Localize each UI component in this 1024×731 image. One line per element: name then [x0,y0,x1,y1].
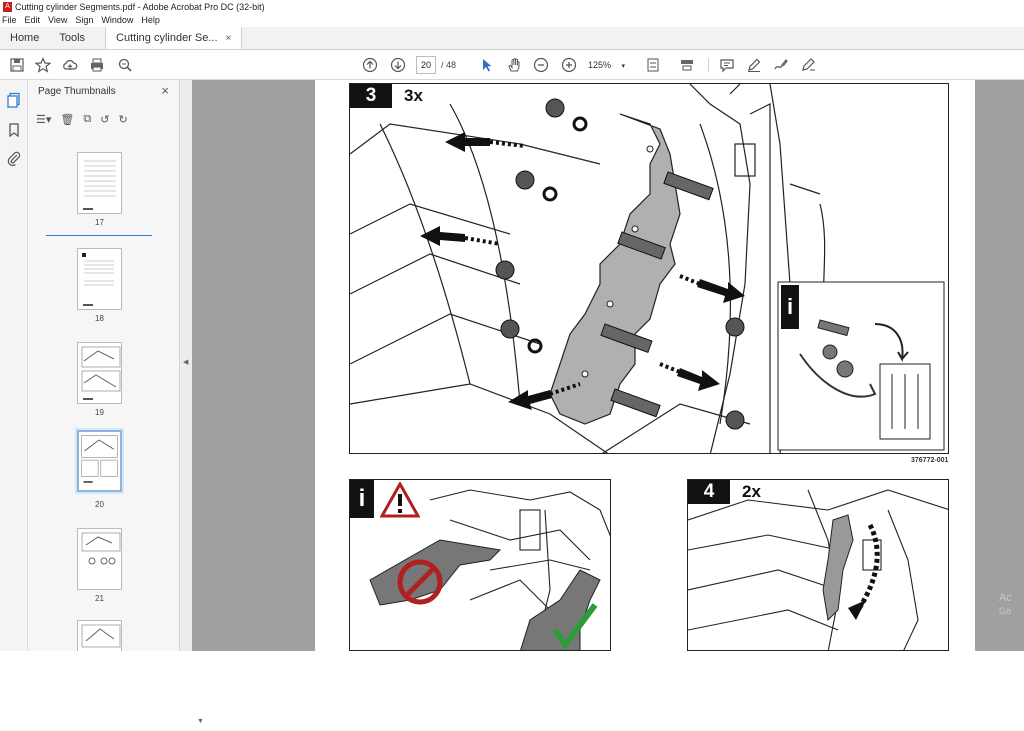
menu-help[interactable]: Help [141,15,160,25]
thumbnail-page[interactable] [77,620,122,651]
toolbar: 20 / 48 125% ▾ [0,50,1024,80]
thumbnail-tools: ☰▾ 🗑 ⧉ ↺ ↻ [36,110,176,128]
step-4-illustration: 4 2x [687,479,949,651]
menu-sign[interactable]: Sign [75,15,93,25]
title-bar: A Cutting cylinder Segments.pdf - Adobe … [0,0,1024,13]
thumbnail-page[interactable] [77,152,122,214]
select-cursor-icon[interactable] [478,56,496,74]
thumbnail-label: 18 [95,314,104,323]
rotate-right-icon[interactable]: ↻ [118,113,127,126]
activation-watermark-line2: Go [999,606,1012,616]
step-count: 3x [404,86,423,105]
warning-triangle-icon [380,482,420,518]
acrobat-app-icon: A [3,1,12,12]
panel-close-icon[interactable]: × [161,83,169,98]
toolbar-separator [708,58,709,72]
segment-rotate-drawing [688,489,948,650]
attachments-paperclip-icon[interactable] [6,150,22,167]
page-thumbnails-icon[interactable] [6,92,22,108]
step-3-illustration: 3 3x i [349,83,949,454]
menu-bar: File Edit View Sign Window Help [0,13,1024,27]
highlight-pen-icon[interactable] [745,56,763,74]
thumbnail-page[interactable] [77,342,122,404]
thumbnail-label: 20 [95,500,104,509]
thumbnail-page[interactable] [77,248,122,310]
thumbnail-label: 19 [95,408,104,417]
left-navigation-rail [0,80,28,651]
zoom-in-icon[interactable] [560,56,578,74]
document-view[interactable]: 3 3x i 376772-001 i 4 2x Ac Go [192,80,1024,651]
scroll-mode-icon[interactable] [678,56,696,74]
activation-watermark: Ac [999,592,1012,604]
menu-view[interactable]: View [48,15,67,25]
info-icon: i [358,485,366,512]
extract-page-icon[interactable]: ⧉ [83,113,91,126]
tab-close-icon[interactable]: × [226,27,232,50]
thumbnail-page[interactable] [77,528,122,590]
pdf-page: 3 3x i 376772-001 i 4 2x [315,80,975,651]
bookmarks-icon[interactable] [6,122,22,138]
tab-document[interactable]: Cutting cylinder Se... × [105,27,243,50]
thumbnail-label: 17 [95,218,104,227]
tab-bar: Home Tools Cutting cylinder Se... × [0,27,1024,50]
page-fit-icon[interactable] [644,56,662,74]
menu-window[interactable]: Window [101,15,133,25]
hand-tool-icon[interactable] [505,56,523,74]
menu-edit[interactable]: Edit [25,15,41,25]
fill-sign-icon[interactable] [800,56,818,74]
collapse-panel-icon[interactable]: ◀ [183,358,188,366]
thumbnail-options-icon[interactable]: ☰▾ [36,113,51,126]
cylinder-segment-drawing [350,84,945,453]
info-icon: i [786,294,794,319]
tab-home[interactable]: Home [0,27,49,49]
step-number: 4 [688,480,730,504]
comment-icon[interactable] [718,56,736,74]
sign-icon[interactable] [772,56,790,74]
tab-tools[interactable]: Tools [49,27,95,49]
save-icon[interactable] [8,56,26,74]
page-number-input[interactable]: 20 [416,56,436,74]
zoom-out-icon[interactable] [532,56,550,74]
upload-cloud-icon[interactable] [61,56,79,74]
previous-page-icon[interactable] [361,56,379,74]
thumbnail-page-selected[interactable] [75,428,124,494]
chevron-down-icon: ▾ [621,63,626,70]
warning-gloves-illustration: i [349,479,611,651]
scroll-down-icon[interactable]: ▼ [197,718,204,725]
page-thumbnails-panel: Page Thumbnails × ☰▾ 🗑 ⧉ ↺ ↻ 17 18 19 20… [28,80,204,725]
zoom-level-value: 125% [588,60,612,70]
zoom-search-icon[interactable] [116,56,134,74]
thumbnail-list: 17 18 19 20 21 [28,142,178,651]
print-icon[interactable] [88,56,106,74]
tab-document-label: Cutting cylinder Se... [116,31,218,44]
reference-code: 376772-001 [911,457,949,464]
page-total: / 48 [441,60,457,70]
panel-title: Page Thumbnails [38,86,116,97]
window-title: Cutting cylinder Segments.pdf - Adobe Ac… [15,1,265,12]
delete-page-icon[interactable]: 🗑 [60,113,74,126]
step-count: 2x [742,482,761,501]
menu-file[interactable]: File [2,15,17,25]
bookmark-star-icon[interactable] [34,56,52,74]
step-number: 3 [350,84,392,108]
next-page-icon[interactable] [389,56,407,74]
panel-splitter[interactable]: ◀ [180,80,192,651]
thumbnail-drop-indicator [46,235,152,236]
thumbnail-label: 21 [95,594,104,603]
zoom-level-select[interactable]: 125% ▾ [588,56,632,74]
rotate-left-icon[interactable]: ↺ [100,113,109,126]
